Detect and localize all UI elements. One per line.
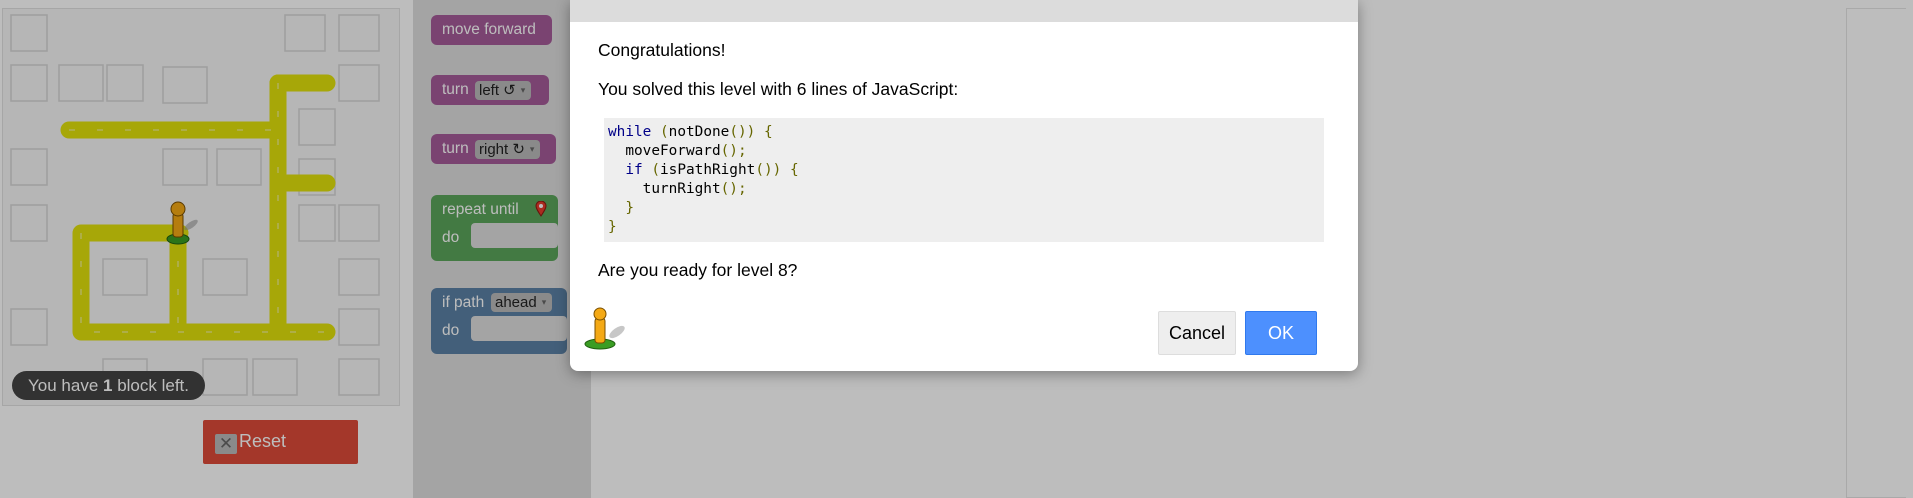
code-token: { (764, 124, 773, 140)
code-token: ()) (755, 162, 782, 178)
code-token: { (789, 162, 799, 178)
solution-code: while (notDone()) { moveForward(); if (i… (604, 118, 1324, 242)
code-token: ( (651, 162, 660, 178)
code-token: } (608, 219, 617, 235)
congratulations-dialog: Congratulations! You solved this level w… (570, 0, 1358, 371)
code-token: if (625, 162, 643, 178)
ok-button[interactable]: OK (1245, 311, 1317, 355)
code-token: ( (660, 124, 669, 140)
code-line: turnRight(); (608, 180, 1324, 199)
code-token: turnRight (608, 181, 721, 197)
code-line: moveForward(); (608, 142, 1324, 161)
code-line: } (608, 199, 1324, 218)
code-line: if (isPathRight()) { (608, 161, 1324, 180)
code-line: while (notDone()) { (608, 123, 1324, 142)
code-line: } (608, 218, 1324, 237)
code-token: } (625, 200, 634, 216)
code-token: moveForward (608, 143, 721, 159)
pegman-icon (584, 307, 625, 350)
code-token: notDone (668, 124, 730, 140)
solved-message: You solved this level with 6 lines of Ja… (598, 79, 959, 99)
next-level-prompt: Are you ready for level 8? (598, 260, 798, 280)
congrats-heading: Congratulations! (598, 40, 726, 60)
code-token: isPathRight (660, 162, 756, 178)
code-token: (); (720, 181, 747, 197)
code-token: while (608, 124, 652, 140)
cancel-button[interactable]: Cancel (1158, 311, 1236, 355)
code-token: ()) (729, 124, 756, 140)
code-token: (); (720, 143, 747, 159)
dialog-header-bar (570, 0, 1358, 22)
